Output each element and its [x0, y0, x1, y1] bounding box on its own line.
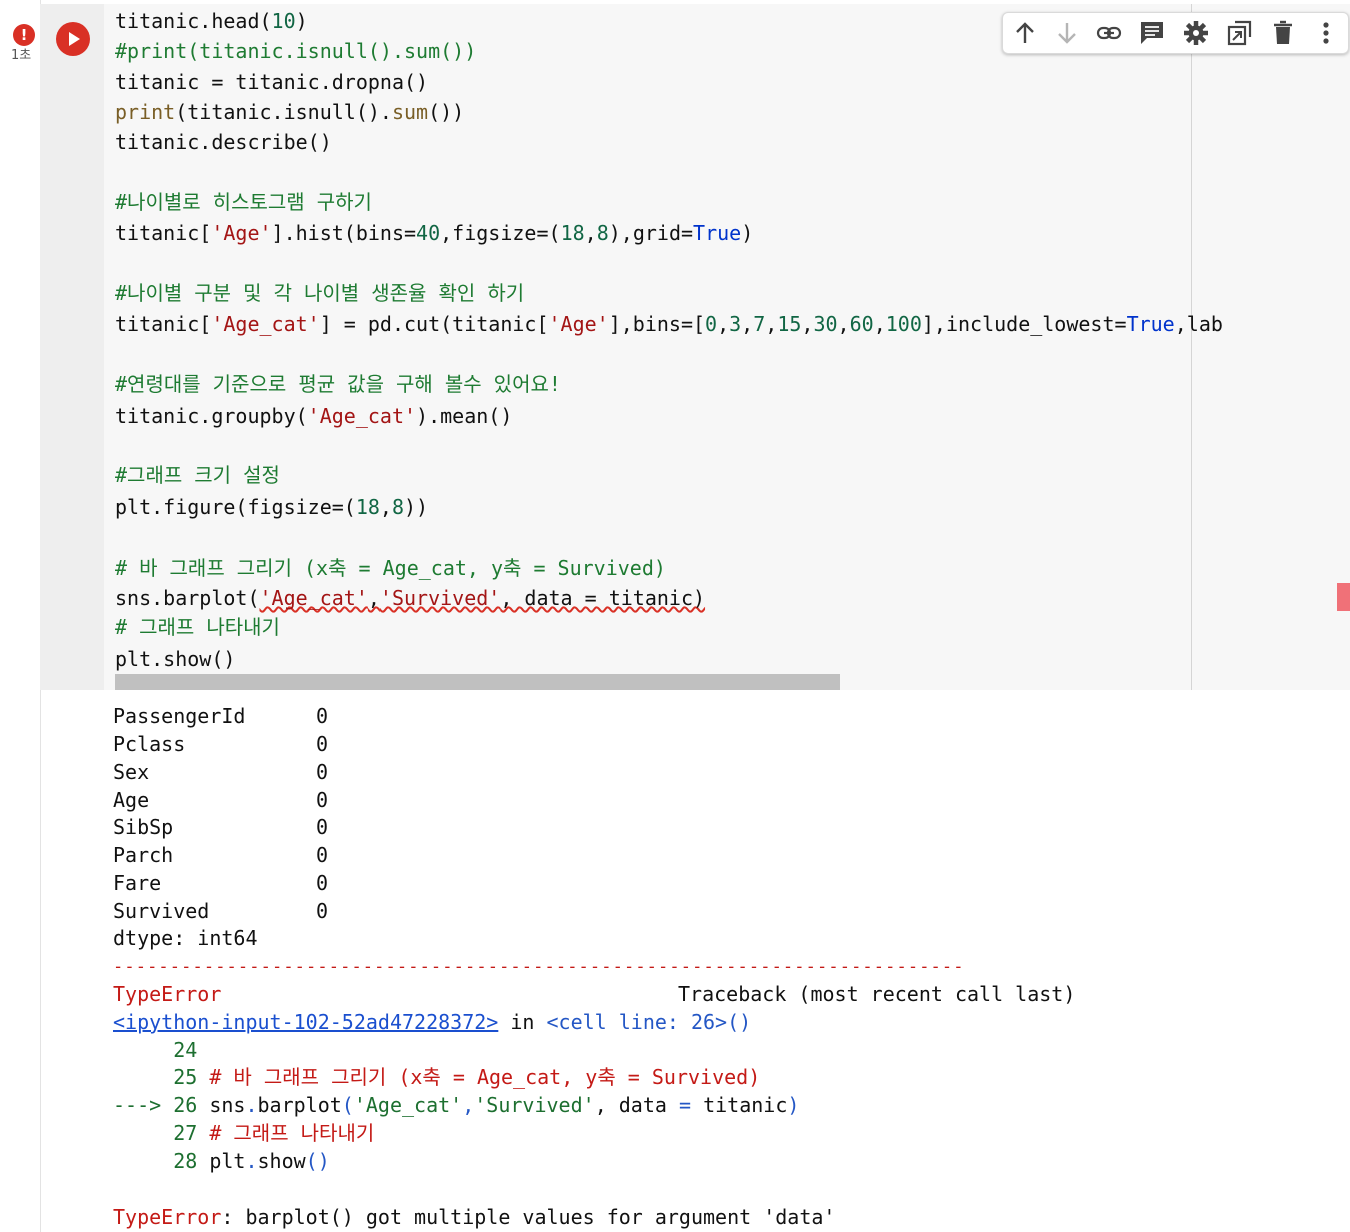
execution-time: 1초 [11, 48, 32, 63]
traceback-line-current: ---> 26 sns.barplot('Age_cat','Survived'… [113, 1093, 800, 1117]
traceback-location: <ipython-input-102-52ad47228372> in <cel… [113, 1010, 752, 1034]
code-line: titanic = titanic.dropna() [115, 70, 429, 94]
code-line: #나이별 구분 및 각 나이별 생존율 확인 하기 [115, 281, 525, 305]
traceback-line: 27 # 그래프 나타내기 [113, 1121, 375, 1145]
code-line: titanic.head(10) [115, 9, 308, 33]
output-row: Sex 0 [113, 760, 329, 784]
code-line: #print(titanic.isnull().sum()) [115, 39, 477, 63]
traceback-line: 25 # 바 그래프 그리기 (x축 = Age_cat, y축 = Survi… [113, 1065, 761, 1089]
code-line: # 바 그래프 그리기 (x축 = Age_cat, y축 = Survived… [115, 556, 666, 580]
link-icon[interactable] [1092, 17, 1126, 49]
dtype-line: dtype: int64 [113, 926, 258, 950]
horizontal-scrollbar[interactable] [115, 674, 840, 690]
code-line: titanic['Age_cat'] = pd.cut(titanic['Age… [115, 312, 1223, 336]
left-gutter [0, 0, 41, 1232]
code-line: titanic['Age'].hist(bins=40,figsize=(18,… [115, 221, 754, 245]
traceback-header: TypeError Traceback (most recent call las… [113, 982, 1076, 1006]
traceback-line: 24 [113, 1038, 198, 1062]
code-line: #그래프 크기 설정 [115, 463, 280, 487]
comment-icon[interactable] [1135, 17, 1169, 49]
trash-icon[interactable] [1266, 17, 1300, 49]
output-row: Fare 0 [113, 871, 329, 895]
cell-output: PassengerId 0 Pclass 0 Sex 0 Age 0 SibSp 0 Pa… [113, 702, 1343, 1232]
traceback-line: 28 plt.show() [113, 1149, 330, 1173]
arrow-down-icon[interactable] [1050, 17, 1084, 49]
cell-run-column [40, 4, 104, 690]
more-vert-icon[interactable] [1309, 17, 1343, 49]
output-row: SibSp 0 [113, 815, 329, 839]
code-line: # 그래프 나타내기 [115, 615, 280, 639]
output-row: Age 0 [113, 788, 329, 812]
code-area[interactable]: titanic.head(10) #print(titanic.isnull()… [115, 6, 1350, 686]
output-row: Pclass 0 [113, 732, 329, 756]
mirror-cell-icon[interactable] [1221, 17, 1255, 49]
error-message: TypeError: barplot() got multiple values… [113, 1205, 836, 1229]
code-line: #연령대를 기준으로 평균 값을 구해 볼수 있어요! [115, 372, 561, 396]
error-status-icon[interactable]: ! [13, 24, 35, 46]
code-line-error: sns.barplot('Age_cat','Survived', data =… [115, 586, 706, 610]
cell-toolbar [1002, 12, 1349, 54]
play-icon [69, 32, 80, 46]
error-scroll-marker [1337, 583, 1350, 611]
code-line: #나이별로 히스토그램 구하기 [115, 190, 372, 214]
output-row: Parch 0 [113, 843, 329, 867]
error-separator: ----------------------------------------… [113, 957, 965, 977]
code-line: plt.figure(figsize=(18,8)) [115, 495, 429, 519]
code-line: plt.show() [115, 647, 236, 671]
output-row: PassengerId 0 [113, 704, 329, 728]
gear-icon[interactable] [1179, 17, 1213, 49]
code-line: print(titanic.isnull().sum()) [115, 100, 465, 124]
code-line: titanic.describe() [115, 130, 332, 154]
run-cell-button[interactable] [56, 22, 90, 56]
arrow-up-icon[interactable] [1008, 17, 1042, 49]
ipython-input-link[interactable]: <ipython-input-102-52ad47228372> [113, 1010, 498, 1034]
code-line: titanic.groupby('Age_cat').mean() [115, 404, 513, 428]
output-row: Survived 0 [113, 899, 329, 923]
